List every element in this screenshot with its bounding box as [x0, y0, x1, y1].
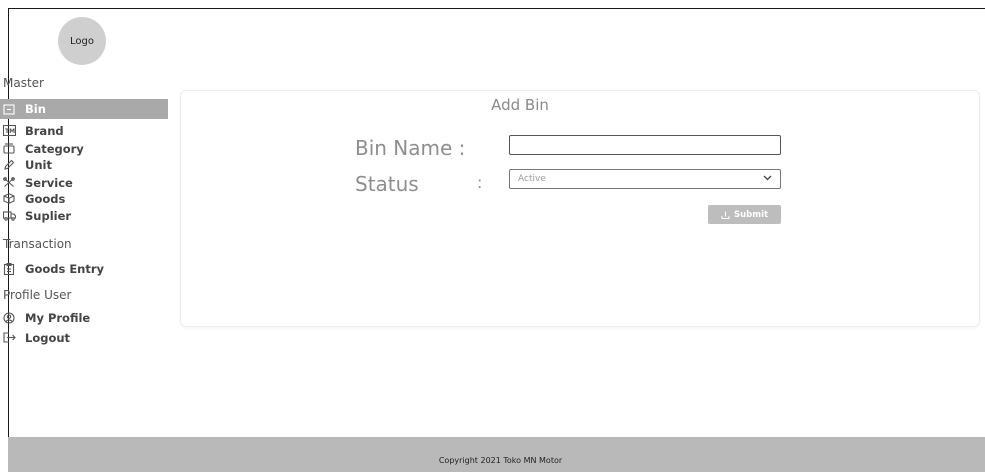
- sidebar-item-label: Goods: [25, 191, 66, 206]
- bin-name-input[interactable]: [509, 135, 781, 155]
- svg-text:TM: TM: [5, 128, 15, 135]
- submit-label: Submit: [733, 209, 769, 220]
- submit-icon: [721, 211, 730, 219]
- sidebar-item-label: Brand: [25, 123, 64, 138]
- status-colon: :: [477, 173, 483, 192]
- sidebar-item-label: Service: [25, 175, 73, 190]
- logo-label: Logo: [70, 35, 94, 47]
- footer: Copyright 2021 Toko MN Motor: [8, 437, 985, 472]
- box-icon: [3, 193, 21, 204]
- master-heading: Master: [3, 76, 44, 90]
- sidebar-item-label: Logout: [25, 330, 71, 345]
- bin-icon: [3, 103, 21, 115]
- sidebar-item-label: My Profile: [25, 310, 91, 325]
- sidebar-item-label: Bin: [25, 102, 46, 116]
- user-circle-icon: [3, 311, 21, 324]
- status-select[interactable]: Active: [509, 169, 781, 189]
- sidebar-item-goods[interactable]: Goods: [3, 190, 65, 207]
- sidebar-item-my-profile[interactable]: My Profile: [3, 309, 90, 326]
- page-title: Add Bin: [491, 96, 549, 114]
- sidebar-item-logout[interactable]: Logout: [3, 329, 70, 346]
- sidebar-item-label: Suplier: [25, 208, 72, 223]
- sidebar-item-label: Unit: [25, 157, 52, 172]
- category-icon: [3, 143, 21, 154]
- truck-icon: [3, 210, 21, 221]
- trademark-icon: TM: [3, 125, 21, 136]
- sidebar-item-brand[interactable]: TM Brand: [3, 122, 64, 139]
- sidebar-item-suplier[interactable]: Suplier: [3, 207, 71, 224]
- sidebar-item-unit[interactable]: Unit: [3, 156, 52, 173]
- copyright-text: Copyright 2021 Toko MN Motor: [438, 456, 563, 465]
- sidebar-item-goods-entry[interactable]: Goods Entry: [3, 260, 104, 277]
- sidebar-item-label: Category: [25, 141, 84, 156]
- add-bin-card: [180, 90, 980, 327]
- status-label: Status: [355, 172, 419, 196]
- tools-icon: [3, 177, 21, 188]
- sidebar-item-label: Goods Entry: [25, 261, 105, 276]
- chevron-down-icon: [763, 174, 772, 184]
- sidebar-item-category[interactable]: Category: [3, 140, 84, 157]
- bin-name-label: Bin Name :: [355, 136, 466, 160]
- transaction-heading: Transaction: [3, 237, 72, 251]
- clipboard-icon: [3, 262, 21, 275]
- logout-icon: [3, 332, 21, 343]
- sidebar-item-bin[interactable]: Bin: [0, 99, 168, 119]
- logo[interactable]: Logo: [58, 17, 106, 65]
- pencil-icon: [3, 159, 21, 170]
- sidebar-item-service[interactable]: Service: [3, 174, 73, 191]
- submit-button[interactable]: Submit: [708, 205, 781, 224]
- status-select-value: Active: [518, 174, 546, 184]
- profile-user-heading: Profile User: [3, 288, 72, 302]
